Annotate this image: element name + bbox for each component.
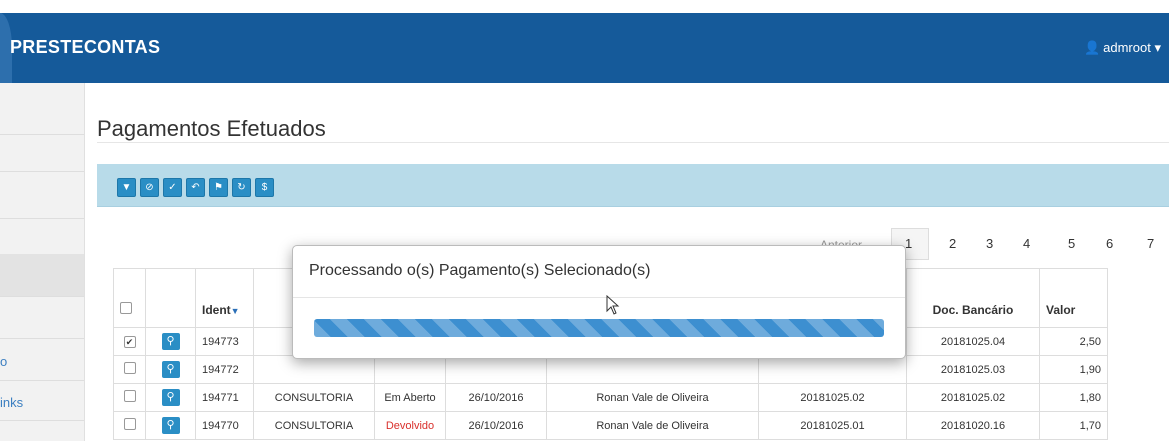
cell <box>253 355 375 384</box>
modal-title: Processando o(s) Pagamento(s) Selecionad… <box>309 262 651 279</box>
table-row[interactable]: ⚲ 194771 CONSULTORIA Em Aberto 26/10/201… <box>113 383 1108 412</box>
page-title: Pagamentos Efetuados <box>97 116 326 141</box>
cell-valor: 1,70 <box>1039 411 1108 440</box>
user-icon: 👤 <box>1083 40 1101 55</box>
filter-icon[interactable]: ▼ <box>117 178 136 197</box>
table-row[interactable]: ⚲ 194770 CONSULTORIA Devolvido 26/10/201… <box>113 411 1108 440</box>
flag-icon[interactable]: ⚑ <box>209 178 228 197</box>
sidebar-item-active[interactable] <box>0 254 84 296</box>
row-select[interactable] <box>113 355 146 384</box>
checkbox[interactable] <box>123 362 136 374</box>
cell-tipo: CONSULTORIA <box>253 411 375 440</box>
sidebar-item[interactable] <box>0 83 84 135</box>
cell-doc-bancario: 20181020.16 <box>906 411 1040 440</box>
row-select[interactable] <box>113 411 146 440</box>
sidebar-item[interactable] <box>0 338 84 381</box>
checkbox[interactable] <box>123 418 136 430</box>
sidebar-item[interactable] <box>0 296 84 339</box>
user-menu[interactable]: 👤 admroot ▾ <box>1084 40 1161 56</box>
row-select[interactable] <box>113 383 146 412</box>
cell-situacao: Em Aberto <box>374 383 446 412</box>
top-navbar: PRESTECONTAS 👤 admroot ▾ <box>0 13 1169 83</box>
cell-tipo: CONSULTORIA <box>253 383 375 412</box>
divider <box>293 297 905 298</box>
checkbox[interactable] <box>123 390 136 402</box>
undo-icon[interactable]: ↶ <box>186 178 205 197</box>
cell-data: 26/10/2016 <box>445 383 547 412</box>
search-icon[interactable]: ⚲ <box>161 389 180 406</box>
mouse-cursor-icon <box>606 295 620 315</box>
row-view[interactable]: ⚲ <box>145 383 196 412</box>
cell-data: 26/10/2016 <box>445 411 547 440</box>
row-view[interactable]: ⚲ <box>145 355 196 384</box>
sidebar-item[interactable] <box>0 171 84 219</box>
cell-nome: Ronan Vale de Oliveira <box>546 411 759 440</box>
pager-page[interactable]: 2 <box>949 236 956 251</box>
row-view[interactable]: ⚲ <box>145 327 196 356</box>
cell-situacao: Devolvido <box>374 411 446 440</box>
column-header-doc-bancario[interactable]: Doc. Bancário <box>906 268 1040 328</box>
checkbox[interactable] <box>120 302 132 314</box>
table-row[interactable]: ⚲ 194772 20181025.03 1,90 <box>113 355 1108 384</box>
cell <box>445 355 547 384</box>
cell-doc-bancario: 20181025.02 <box>906 383 1040 412</box>
pager-page[interactable]: 5 <box>1068 236 1075 251</box>
cell-doc: 20181025.02 <box>758 383 907 412</box>
search-icon[interactable]: ⚲ <box>161 333 180 350</box>
cell-ident: 194771 <box>195 383 254 412</box>
pager-page[interactable]: 7 <box>1147 236 1154 251</box>
cell-valor: 2,50 <box>1039 327 1108 356</box>
unlink-icon[interactable]: ⊘ <box>140 178 159 197</box>
dollar-icon[interactable]: $ <box>255 178 274 197</box>
cell-valor: 1,80 <box>1039 383 1108 412</box>
checkbox-checked[interactable]: ✔ <box>123 335 136 348</box>
header-label: Valor <box>1046 303 1076 317</box>
cell-valor: 1,90 <box>1039 355 1108 384</box>
row-view[interactable]: ⚲ <box>145 411 196 440</box>
cell-doc-bancario: 20181025.03 <box>906 355 1040 384</box>
search-icon[interactable]: ⚲ <box>161 361 180 378</box>
cell <box>374 355 446 384</box>
refresh-icon[interactable]: ↻ <box>232 178 251 197</box>
cell-doc: 20181025.01 <box>758 411 907 440</box>
column-header-valor[interactable]: Valor <box>1039 268 1108 328</box>
cell-ident: 194772 <box>195 355 254 384</box>
sidebar-item-label[interactable]: o <box>0 354 7 369</box>
cell-ident: 194773 <box>195 327 254 356</box>
user-name: admroot <box>1103 40 1151 55</box>
brand-logo[interactable]: PRESTECONTAS <box>10 37 160 58</box>
caret-down-icon: ▾ <box>1154 40 1161 55</box>
header-label: Ident <box>202 303 231 317</box>
cell-doc-bancario: 20181025.04 <box>906 327 1040 356</box>
row-select[interactable]: ✔ <box>113 327 146 356</box>
cell-ident: 194770 <box>195 411 254 440</box>
progress-bar <box>314 319 884 337</box>
processing-modal: Processando o(s) Pagamento(s) Selecionad… <box>292 245 906 359</box>
cell-nome: Ronan Vale de Oliveira <box>546 383 759 412</box>
pager-page[interactable]: 1 <box>905 236 912 251</box>
select-all-header[interactable] <box>113 268 146 328</box>
pager-page[interactable]: 4 <box>1023 236 1030 251</box>
cell <box>546 355 759 384</box>
column-header-ident[interactable]: Ident▼ <box>195 268 254 328</box>
column-header <box>145 268 196 328</box>
pager-page[interactable]: 6 <box>1106 236 1113 251</box>
progress-bar-fill <box>314 319 884 337</box>
cell <box>758 355 907 384</box>
header-label: Doc. Bancário <box>932 303 1014 317</box>
sidebar-item-label[interactable]: inks <box>0 395 23 410</box>
sidebar-item[interactable] <box>0 134 84 172</box>
pager-page[interactable]: 3 <box>986 236 993 251</box>
divider <box>97 142 1169 143</box>
search-icon[interactable]: ⚲ <box>161 417 180 434</box>
check-icon[interactable]: ✓ <box>163 178 182 197</box>
sort-desc-icon: ▼ <box>230 306 240 316</box>
sidebar-item[interactable] <box>0 218 84 255</box>
